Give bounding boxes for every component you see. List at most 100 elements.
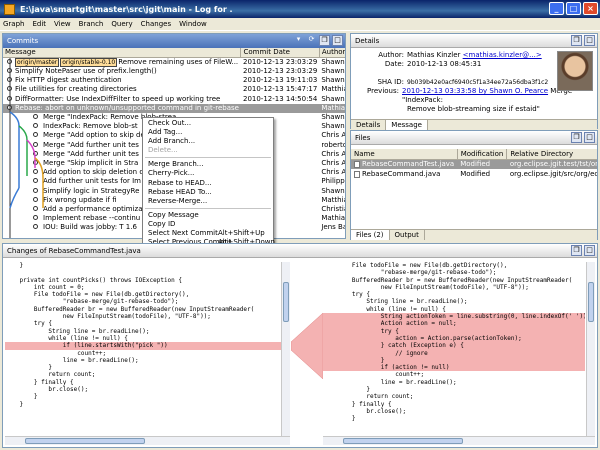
menu-window[interactable]: Window — [179, 20, 207, 28]
table-row[interactable]: DiffFormatter: Use IndexDiffFilter to sp… — [3, 95, 345, 104]
column-header-name[interactable]: Name — [351, 149, 458, 160]
left-horizontal-scrollbar[interactable] — [5, 436, 290, 445]
commit-node-icon — [33, 169, 38, 175]
code-line: new FileInputStream(todoFile), "UTF-8"))… — [5, 313, 211, 321]
tab-details[interactable]: Details — [351, 120, 387, 130]
restore-panel-icon[interactable]: ❐ — [571, 132, 582, 143]
code-line: Action action = null; — [323, 320, 585, 328]
table-row[interactable]: Fix HTTP digest authentication 2010-12-13… — [3, 76, 345, 85]
commit-message: IndexPack: Remove blob-st — [43, 122, 138, 131]
changes-panel-title: Changes of RebaseCommandTest.java — [7, 246, 141, 255]
context-menu-item[interactable]: Rebase HEAD To... — [143, 188, 273, 197]
menu-query[interactable]: Query — [111, 20, 132, 28]
column-header-commit-date[interactable]: Commit Date — [240, 48, 320, 58]
maximize-button[interactable]: □ — [566, 2, 581, 15]
right-vertical-scrollbar[interactable] — [586, 262, 595, 436]
commit-message: DiffFormatter: Use IndexDiffFilter to sp… — [15, 94, 221, 103]
context-menu-item[interactable]: Cherry-Pick... — [143, 169, 273, 178]
tab-output[interactable]: Output — [390, 230, 425, 240]
maximize-panel-icon[interactable]: □ — [584, 132, 595, 143]
refresh-icon[interactable]: ⟳ — [306, 35, 317, 46]
menu-graph[interactable]: Graph — [3, 20, 24, 28]
restore-panel-icon[interactable]: ❐ — [571, 245, 582, 256]
commit-node-icon — [33, 196, 38, 202]
context-menu-item: Delete... — [143, 146, 273, 155]
commit-message: Rebase: abort on unknown/unsupported com… — [15, 103, 239, 112]
menu-view[interactable]: View — [54, 20, 71, 28]
commit-node-icon — [33, 141, 38, 147]
ref-label: origin/master — [15, 58, 60, 67]
left-code-pane[interactable]: } private int countPicks() throws IOExce… — [5, 262, 281, 436]
commit-date-cell: 2010-12-13 23:03:29 — [242, 58, 318, 66]
code-line: } — [5, 393, 38, 401]
author-label: Author: — [378, 51, 404, 59]
tab-files[interactable]: Files (2) — [351, 230, 390, 240]
menu-bar: Graph Edit View Branch Query Changes Win… — [0, 18, 600, 31]
minimize-button[interactable]: _ — [549, 2, 564, 15]
context-menu-item[interactable]: Merge Branch... — [143, 160, 273, 169]
context-menu-item[interactable]: Add Tag... — [143, 128, 273, 137]
menu-branch[interactable]: Branch — [79, 20, 104, 28]
commit-date-cell: 2010-12-13 14:50:54 — [242, 94, 318, 103]
menu-changes[interactable]: Changes — [141, 20, 171, 28]
close-window-button[interactable]: × — [583, 2, 598, 15]
context-menu-item[interactable]: Rebase to HEAD... — [143, 179, 273, 188]
tab-message[interactable]: Message — [386, 120, 428, 130]
diff-connector — [291, 312, 323, 380]
file-name-cell: RebaseCommand.java — [351, 169, 457, 179]
maximize-panel-icon[interactable]: □ — [584, 35, 595, 46]
commit-node-icon — [7, 95, 12, 101]
table-row[interactable]: Rebase: abort on unknown/unsupported com… — [3, 103, 345, 113]
column-header-modification[interactable]: Modification — [457, 149, 508, 160]
table-row[interactable]: File utilities for creating directories 2… — [3, 85, 345, 94]
code-line: try { — [5, 320, 52, 328]
column-header-relative-directory[interactable]: Relative Directory — [506, 149, 597, 160]
context-menu-item[interactable]: Check Out... — [143, 119, 273, 128]
dropdown-icon[interactable]: ▾ — [293, 35, 304, 46]
menu-edit[interactable]: Edit — [32, 20, 46, 28]
file-name: RebaseCommand.java — [362, 170, 441, 178]
file-name: RebaseCommandTest.java — [362, 160, 455, 169]
context-menu-item[interactable]: Reverse-Merge... — [143, 197, 273, 206]
code-line: try { — [323, 291, 370, 299]
maximize-panel-icon[interactable]: □ — [584, 245, 595, 256]
table-row[interactable]: origin/master origin/stable-0.10 Remove re… — [3, 58, 345, 67]
commit-node-icon — [33, 114, 38, 120]
column-header-message[interactable]: Message — [3, 48, 242, 58]
commit-message-cell: Simplify NotePaser use of prefix.length(… — [3, 67, 241, 76]
commit-node-icon — [7, 86, 12, 92]
restore-panel-icon[interactable]: ❐ — [571, 35, 582, 46]
column-header-author[interactable]: Author — [319, 48, 345, 58]
context-menu-item[interactable]: Copy Message — [143, 211, 273, 220]
files-table: Name Modification Relative Directory Reb… — [351, 149, 597, 179]
maximize-panel-icon[interactable]: □ — [332, 35, 343, 46]
left-vertical-scrollbar[interactable] — [281, 262, 290, 436]
context-menu-item[interactable]: Add Branch... — [143, 137, 273, 146]
commit-author-cell: Matthias Kinzler — [321, 195, 345, 204]
right-horizontal-scrollbar[interactable] — [323, 436, 595, 445]
code-line: private int countPicks() throws IOExcept… — [5, 276, 183, 284]
commit-date-cell — [240, 103, 320, 113]
file-row[interactable]: RebaseCommand.java Modified org.eclipse.jg… — [351, 169, 597, 179]
code-line: int count = 0; — [5, 283, 85, 291]
commit-author-cell: roberto — [321, 140, 345, 149]
restore-panel-icon[interactable]: ❐ — [319, 35, 330, 46]
previous-commit-link[interactable]: 2010-12-13 03:33:58 by Shawn O. Pearce — [402, 87, 548, 95]
commit-author-cell: Chris Aniszczyk — [321, 158, 345, 167]
commit-author-cell: Shawn O. Pearce — [321, 58, 345, 66]
right-code-pane[interactable]: File todoFile = new File(db.getDirectory… — [323, 262, 585, 436]
commit-node-icon — [33, 132, 38, 138]
window-controls: _ □ × — [549, 2, 598, 15]
commit-node-icon — [33, 205, 38, 211]
context-menu-item[interactable]: Select Next Commit Alt+Shift+Up — [143, 229, 273, 238]
code-line: br.close(); — [323, 407, 407, 415]
context-menu-item-label: Cherry-Pick... — [148, 169, 195, 178]
context-menu-item-label: Copy ID — [148, 219, 176, 228]
context-menu-item[interactable]: Copy ID — [143, 220, 273, 229]
file-row[interactable]: RebaseCommandTest.java Modified org.eclips… — [351, 159, 597, 169]
java-file-icon — [354, 160, 360, 168]
commit-message: Simplify NotePaser use of prefix.length(… — [15, 67, 157, 76]
changes-panel: Changes of RebaseCommandTest.java ❐ □ } … — [2, 243, 598, 448]
author-email-link[interactable]: <mathias.kinzler@...> — [463, 51, 542, 60]
table-row[interactable]: Simplify NotePaser use of prefix.length(… — [3, 67, 345, 76]
